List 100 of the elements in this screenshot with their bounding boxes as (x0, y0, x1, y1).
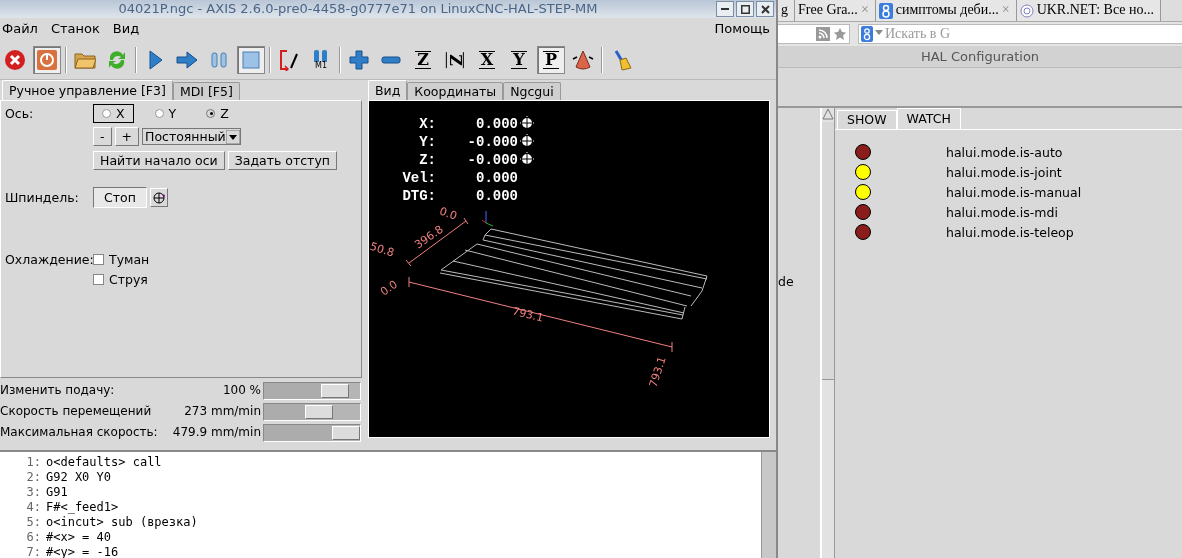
slider[interactable] (263, 423, 361, 442)
dimension-label: 793.1 (511, 304, 545, 325)
tab[interactable]: WATCH (896, 108, 961, 129)
jog-minus-button[interactable]: - (93, 127, 112, 146)
view-button[interactable]: P (537, 45, 565, 74)
view-button[interactable]: X (473, 45, 501, 74)
jog-plus-button[interactable]: + (114, 127, 139, 146)
line-number: 1: (25, 455, 42, 470)
search-engine-icon (861, 26, 873, 42)
code-line: o<defaults> call (46, 455, 162, 470)
spindle-stop-button[interactable]: Стоп (93, 187, 147, 208)
minimize-icon (721, 8, 729, 10)
radio-button[interactable]: Z (197, 104, 238, 123)
optional-stop-button[interactable]: M1 (307, 45, 335, 74)
slider-label: Максимальная скорость: (0, 425, 159, 440)
dro-label: Z: (419, 152, 436, 168)
pin-name: halui.mode.is-auto (946, 144, 1063, 160)
maximize-button[interactable] (736, 1, 754, 17)
close-icon (760, 4, 770, 14)
scrollbar[interactable] (820, 108, 835, 558)
jog-mode-dropdown[interactable]: Постоянный (142, 128, 241, 145)
touch-off-button[interactable]: Задать отступ (227, 151, 337, 170)
tab[interactable]: Ручное управление [F3] (2, 80, 173, 100)
star-icon (833, 27, 847, 41)
pin-name: halui.mode.is-manual (946, 184, 1082, 200)
slider[interactable] (263, 402, 361, 421)
dimension-line (405, 217, 469, 267)
browser-tab[interactable]: симптомы деби... × (875, 0, 1017, 21)
tab[interactable]: Вид (368, 80, 408, 100)
menu-item[interactable]: Файл (2, 21, 43, 37)
dro-value: 0.000 (476, 170, 518, 186)
circle-logo-icon (1019, 3, 1034, 18)
dro-value: 0.000 (476, 188, 518, 204)
radio-button[interactable]: Y (145, 104, 186, 123)
scrollbar[interactable] (761, 452, 776, 558)
slider-label: Скорость перемещений (0, 404, 153, 419)
caret-icon (225, 129, 240, 144)
browser-tab[interactable]: g (778, 0, 795, 21)
rss-icon (816, 27, 830, 41)
scroll-up-icon (822, 108, 834, 120)
code-line: o<incut> sub (врезка) (46, 515, 198, 530)
slider-reading: 273 mm/min (183, 404, 262, 419)
tab[interactable]: Координаты (407, 82, 504, 100)
stop-button[interactable] (237, 45, 265, 74)
line-number: 3: (25, 485, 42, 500)
slider-reading: 479.9 mm/min (171, 425, 262, 440)
pin-name: halui.mode.is-mdi (946, 204, 1058, 220)
field-label: Шпиндель: (4, 190, 80, 205)
home-button[interactable]: Найти начало оси (93, 151, 225, 170)
pin-name: halui.mode.is-joint (946, 164, 1062, 180)
view-button[interactable]: Y (505, 45, 533, 74)
checkbox[interactable]: Туман (93, 252, 150, 267)
field-label: Охлаждение: (4, 252, 93, 267)
code-line: F#<_feed1> (46, 500, 119, 515)
arrow-icon (176, 48, 198, 71)
slider-thumb[interactable] (320, 383, 349, 398)
code-line: G92 X0 Y0 (46, 470, 112, 485)
slider-thumb[interactable] (305, 404, 334, 419)
rotation-icon (151, 191, 166, 206)
menu-item[interactable]: Вид (112, 21, 145, 37)
field-label: Ось: (4, 106, 35, 121)
dro-label: Vel: (402, 170, 436, 186)
dimension-label: 793.1 (646, 354, 669, 389)
menu-item[interactable]: Станок (50, 21, 105, 37)
reload-icon (106, 48, 128, 71)
slider[interactable] (263, 381, 361, 400)
line-number: 4: (25, 500, 42, 515)
line-number: 2: (25, 470, 42, 485)
tab[interactable]: Ngcgui (503, 82, 561, 100)
line-number: 6: (25, 530, 42, 545)
dro-value: 0.000 (476, 116, 518, 132)
x-circle-icon (4, 48, 26, 71)
radio-button[interactable]: X (93, 104, 134, 123)
minimize-button[interactable] (716, 1, 734, 17)
dimension-label: 0.0 (378, 277, 400, 299)
menu-item[interactable]: Помощь (710, 21, 774, 37)
power-button[interactable] (33, 45, 61, 74)
dro-value: -0.000 (467, 134, 518, 150)
close-button[interactable] (756, 1, 774, 17)
slider-reading: 100 % (221, 383, 262, 398)
view-button[interactable]: Z (409, 45, 437, 74)
line-number: 5: (25, 515, 42, 530)
tab[interactable]: SHOW (837, 110, 897, 129)
view-button[interactable]: Z (441, 45, 469, 74)
window-title: 04021P.ngc - AXIS 2.6.0-pre0-4458-g0777e71 on LinuxCNC-HAL-STEP-MM (117, 1, 599, 17)
search-field[interactable]: Искать в G (858, 24, 1182, 44)
tree-item[interactable]: de (778, 274, 794, 289)
tab[interactable]: MDI [F5] (172, 82, 240, 100)
spindle-button[interactable] (149, 187, 168, 208)
browser-tab[interactable]: Free Gra... × (795, 0, 876, 21)
caret-icon (875, 30, 883, 35)
code-line: G91 (46, 485, 68, 500)
address-field[interactable] (778, 24, 850, 44)
bracket-icon (278, 48, 300, 71)
browser-tab[interactable]: UKR.NET: Все но... (1016, 0, 1162, 21)
code-line: #<y> = -16 (46, 545, 119, 558)
dro-label: X: (419, 116, 436, 132)
slider-thumb[interactable] (332, 425, 361, 440)
checkbox[interactable]: Струя (93, 272, 148, 287)
code-line: #<x> = 40 (46, 530, 112, 545)
